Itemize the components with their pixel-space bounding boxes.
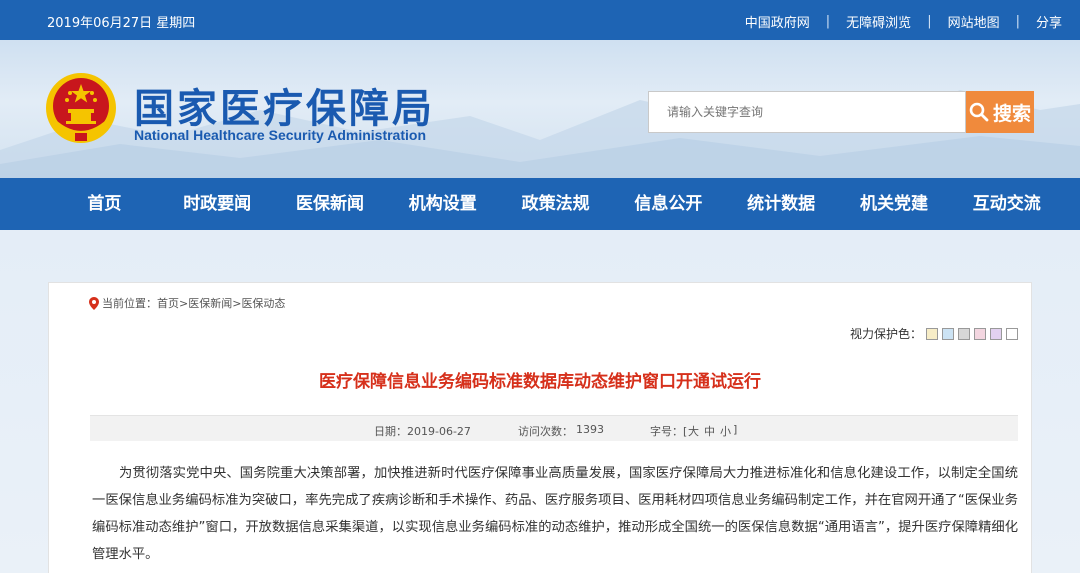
nav-item-politics[interactable]: 时政要闻 (161, 178, 274, 230)
national-emblem-icon (46, 73, 116, 143)
breadcrumb-home[interactable]: 首页 (157, 295, 179, 311)
search-button-label: 搜索 (992, 102, 1031, 125)
share-link[interactable]: 分享 (1036, 12, 1062, 31)
nav-item-home[interactable]: 首页 (48, 178, 161, 230)
color-swatch-pink[interactable] (974, 327, 986, 340)
font-size-medium[interactable]: 中 (704, 423, 715, 439)
nav-item-disclosure[interactable]: 信息公开 (612, 178, 725, 230)
separator: | (927, 14, 932, 29)
separator: | (825, 14, 831, 29)
nav-item-party[interactable]: 机关党建 (838, 178, 951, 230)
color-swatch-blue[interactable] (942, 327, 954, 340)
site-header: 国家医疗保障局 National Healthcare Security Adm… (0, 40, 1080, 178)
top-bar: 2019年06月27日 星期四 中国政府网 | 无障碍浏览 | 网站地图 | 分… (0, 0, 1080, 40)
breadcrumb-news[interactable]: 医保新闻 (188, 295, 232, 311)
visit-count: 1393 (576, 423, 604, 436)
nav-item-organization[interactable]: 机构设置 (386, 178, 499, 230)
font-size-large[interactable]: 大 (688, 423, 699, 439)
breadcrumb-prefix: 当前位置： (102, 297, 157, 310)
site-title[interactable]: 国家医疗保障局 (134, 76, 435, 134)
article-body: 为贯彻落实党中央、国务院重大决策部署，加快推进新时代医疗保障事业高质量发展，国家… (92, 466, 1018, 562)
publish-date: 日期：2019-06-27 (374, 425, 471, 438)
search-box: 搜索 (648, 91, 1034, 133)
eye-care-colors: 视力保护色： (850, 325, 1018, 342)
article-title: 医疗保障信息业务编码标准数据库动态维护窗口开通试运行 (319, 372, 761, 392)
breadcrumb-updates[interactable]: 医保动态 (241, 295, 285, 311)
breadcrumb: 当前位置： 首页 > 医保新闻 > 医保动态 (89, 295, 285, 311)
color-swatch-yellow[interactable] (926, 327, 938, 340)
accessibility-link[interactable]: 无障碍浏览 (846, 12, 911, 31)
main-nav: 首页 时政要闻 医保新闻 机构设置 政策法规 信息公开 统计数据 机关党建 互动… (0, 178, 1080, 230)
top-links: 中国政府网 | 无障碍浏览 | 网站地图 | 分享 (745, 12, 1062, 31)
search-input[interactable] (648, 91, 966, 133)
gov-site-link[interactable]: 中国政府网 (745, 12, 810, 31)
nav-item-policies[interactable]: 政策法规 (499, 178, 612, 230)
color-swatch-purple[interactable] (990, 327, 1002, 340)
color-swatch-gray[interactable] (958, 327, 970, 340)
font-size-label: 字号：[ (650, 425, 688, 438)
search-icon (969, 102, 989, 122)
color-swatch-white[interactable] (1006, 327, 1018, 340)
font-size-small[interactable]: 小 (720, 423, 731, 439)
breadcrumb-separator: > (179, 296, 189, 310)
breadcrumb-separator: > (232, 296, 242, 310)
separator: | (1015, 14, 1020, 29)
nav-item-news[interactable]: 医保新闻 (274, 178, 387, 230)
nav-item-interaction[interactable]: 互动交流 (950, 178, 1063, 230)
visit-count-label: 访问次数： (518, 425, 573, 438)
article-panel: 当前位置： 首页 > 医保新闻 > 医保动态 视力保护色： 医疗保障信息业务编码… (48, 282, 1032, 573)
eye-care-label: 视力保护色： (849, 327, 922, 341)
sitemap-link[interactable]: 网站地图 (948, 12, 1000, 31)
site-title-english: National Healthcare Security Administrat… (134, 127, 426, 143)
current-date: 2019年06月27日 星期四 (47, 16, 196, 31)
location-pin-icon (89, 296, 99, 310)
search-button[interactable]: 搜索 (966, 91, 1034, 133)
font-size-label-end: ] (733, 423, 738, 436)
nav-item-statistics[interactable]: 统计数据 (725, 178, 838, 230)
article-meta: 日期：2019-06-27 访问次数： 1393 字号：[ 大 中 小 ] (90, 415, 1018, 441)
